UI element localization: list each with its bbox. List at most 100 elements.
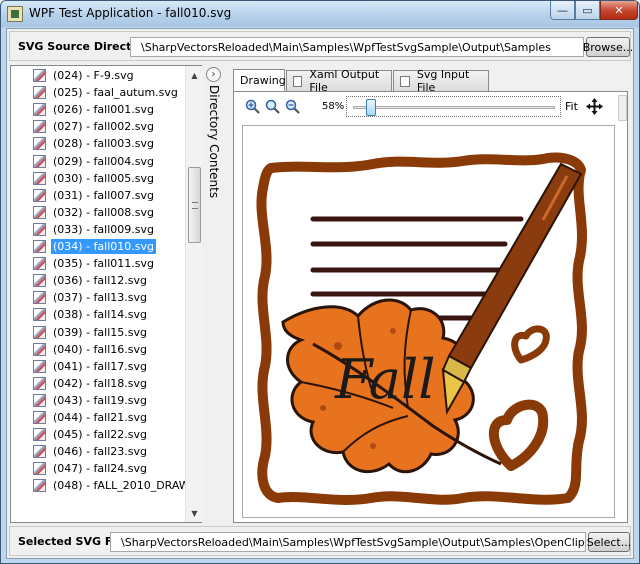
svg-file-icon [33, 342, 46, 356]
list-item[interactable]: (032) - fall008.svg [33, 204, 156, 221]
select-button[interactable]: Select... [587, 532, 631, 552]
zoom-reset-icon[interactable] [264, 98, 280, 114]
list-item[interactable]: (047) - fall24.svg [33, 460, 149, 477]
svg-file-icon [33, 274, 46, 288]
svg-drawing-canvas[interactable]: Fall [242, 125, 615, 518]
list-item-label: (041) - fall17.svg [53, 359, 147, 373]
list-item-label: (032) - fall008.svg [53, 205, 154, 219]
checkbox-icon[interactable] [400, 75, 410, 87]
zoom-slider-thumb[interactable] [366, 99, 376, 116]
list-item-label: (029) - fall004.svg [53, 154, 154, 168]
list-item[interactable]: (036) - fall12.svg [33, 272, 149, 289]
list-item-label: (043) - fall19.svg [53, 393, 147, 407]
svg-file-icon [33, 86, 46, 100]
zoom-slider-track[interactable] [353, 106, 555, 109]
title-bar[interactable]: WPF Test Application - fall010.svg — ▭ ✕ [1, 1, 639, 27]
browse-button[interactable]: Browse... [583, 37, 633, 57]
list-item-label: (026) - fall001.svg [53, 103, 154, 117]
close-icon: ✕ [614, 3, 624, 17]
maximize-icon: ▭ [582, 3, 593, 17]
svg-file-icon [33, 69, 46, 82]
list-item[interactable]: (043) - fall19.svg [33, 392, 149, 409]
svg-file-icon [33, 171, 46, 185]
scroll-down-arrow-icon[interactable]: ▼ [187, 505, 202, 521]
directory-contents-label[interactable]: Directory Contents [207, 85, 221, 198]
list-item[interactable]: (046) - fall23.svg [33, 443, 149, 460]
svg-file-icon [33, 445, 46, 459]
selected-file-field[interactable]: \SharpVectorsReloaded\Main\Samples\WpfTe… [110, 532, 586, 552]
svg-file-icon [33, 120, 46, 134]
list-item[interactable]: (026) - fall001.svg [33, 101, 156, 118]
list-item[interactable]: (027) - fall002.svg [33, 118, 156, 135]
toolbar-scrollbar[interactable] [618, 95, 627, 121]
list-item[interactable]: (033) - fall009.svg [33, 221, 156, 238]
list-item-label: (038) - fall14.svg [53, 308, 147, 322]
collapse-arrow-icon[interactable]: › [206, 67, 221, 82]
svg-file-icon [33, 308, 46, 322]
tab-svg-input-file[interactable]: Svg Input File [393, 68, 489, 94]
close-button[interactable]: ✕ [600, 1, 638, 20]
svg-file-icon [33, 154, 46, 168]
svg-file-icon [33, 376, 46, 390]
svg-file-icon [33, 103, 46, 117]
svg-file-icon [33, 291, 46, 305]
file-list[interactable]: (024) - F-9.svg (025) - faal_autum.svg (02… [11, 66, 185, 522]
selected-file-bar: Selected SVG File: \SharpVectorsReloaded… [9, 526, 631, 556]
list-item[interactable]: (037) - fall13.svg [33, 289, 149, 306]
list-item[interactable]: (038) - fall14.svg [33, 306, 149, 323]
list-item[interactable]: (024) - F-9.svg [33, 67, 136, 84]
svg-file-icon [33, 205, 46, 219]
pan-move-icon[interactable] [586, 98, 603, 115]
svg-file-icon [33, 479, 46, 493]
list-item-label: (031) - fall007.svg [53, 188, 154, 202]
tab-xaml-output-file[interactable]: Xaml Output File [286, 68, 392, 94]
list-item[interactable]: (030) - fall005.svg [33, 170, 156, 187]
source-directory-bar: SVG Source Directory: \SharpVectorsReloa… [9, 31, 633, 61]
list-item-label: (033) - fall009.svg [53, 222, 154, 236]
list-item-label: (027) - fall002.svg [53, 120, 154, 134]
svg-file-icon [33, 462, 46, 476]
maximize-button[interactable]: ▭ [575, 1, 600, 20]
zoom-out-icon[interactable] [284, 98, 300, 114]
list-item[interactable]: (025) - faal_autum.svg [33, 84, 180, 101]
list-item[interactable]: (045) - fall22.svg [33, 426, 149, 443]
zoom-in-icon[interactable] [244, 98, 260, 114]
source-directory-field[interactable]: \SharpVectorsReloaded\Main\Samples\WpfTe… [130, 37, 584, 57]
drawing-panel: 58% Fit Fall [233, 91, 628, 523]
list-item[interactable]: (028) - fall003.svg [33, 135, 156, 152]
fall-drawing: Fall [256, 152, 587, 505]
list-item[interactable]: (039) - fall15.svg [33, 324, 149, 341]
application-window: WPF Test Application - fall010.svg — ▭ ✕… [0, 0, 640, 564]
svg-file-icon [33, 359, 46, 373]
zoom-slider[interactable] [346, 96, 561, 117]
svg-file-icon [33, 137, 46, 151]
list-item[interactable]: (035) - fall011.svg [33, 255, 156, 272]
fit-button[interactable]: Fit [565, 100, 578, 113]
list-item[interactable]: (042) - fall18.svg [33, 375, 149, 392]
minimize-icon: — [557, 3, 568, 17]
checkbox-icon[interactable] [293, 75, 303, 87]
scroll-thumb[interactable] [188, 167, 201, 243]
list-item-label: (036) - fall12.svg [53, 274, 147, 288]
minimize-button[interactable]: — [550, 1, 575, 20]
list-item-label: (047) - fall24.svg [53, 462, 147, 476]
app-icon [7, 6, 23, 22]
svg-file-icon [33, 393, 46, 407]
list-item[interactable]: (040) - fall16.svg [33, 341, 149, 358]
zoom-toolbar: 58% Fit [236, 95, 617, 119]
tab-drawing[interactable]: Drawing [233, 69, 286, 91]
list-item[interactable]: (044) - fall21.svg [33, 409, 149, 426]
tab-drawing-label: Drawing [240, 74, 286, 87]
list-item-label: (034) - fall010.svg [51, 239, 156, 254]
list-item[interactable]: (031) - fall007.svg [33, 187, 156, 204]
list-item[interactable]: (041) - fall17.svg [33, 358, 149, 375]
svg-file-icon [33, 240, 46, 253]
list-item-label: (024) - F-9.svg [53, 69, 134, 82]
svg-file-icon [33, 188, 46, 202]
directory-contents-toggle[interactable]: › Directory Contents [203, 65, 225, 525]
file-list-scrollbar[interactable]: ▲ ▼ [185, 66, 202, 522]
list-item[interactable]: (048) - fALL_2010_DRAW.svg [33, 477, 185, 494]
scroll-up-arrow-icon[interactable]: ▲ [187, 67, 202, 83]
list-item[interactable]: (029) - fall004.svg [33, 153, 156, 170]
list-item[interactable]: (034) - fall010.svg [33, 238, 156, 255]
